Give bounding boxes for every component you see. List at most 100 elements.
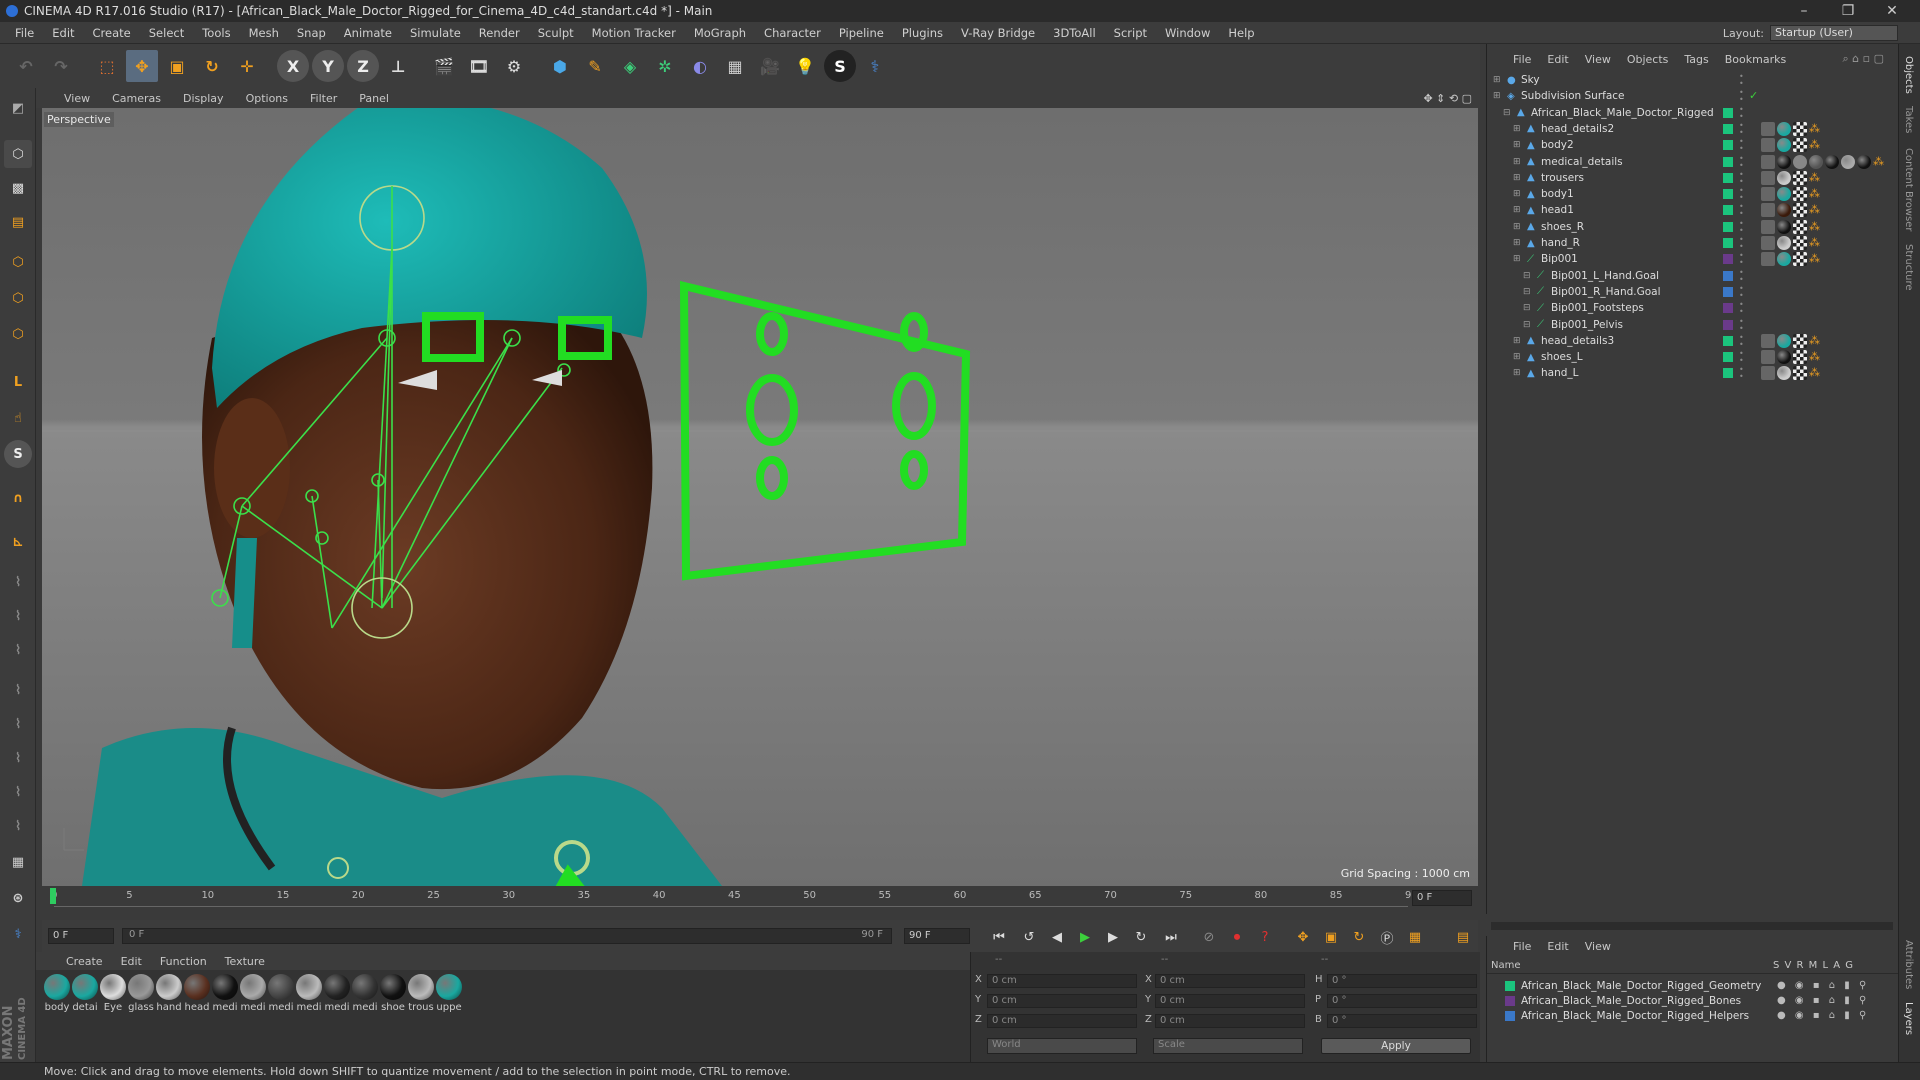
record-keys-icon[interactable]: ⊘ bbox=[1198, 926, 1220, 948]
undo-button[interactable]: ↶ bbox=[10, 50, 42, 82]
menu-edit[interactable]: Edit bbox=[43, 26, 83, 40]
visibility-dots[interactable]: • • bbox=[1739, 170, 1745, 185]
key-pla-icon[interactable]: ▦ bbox=[1404, 926, 1426, 948]
3d-viewport[interactable] bbox=[42, 108, 1478, 886]
vray-tag-icon[interactable] bbox=[1761, 236, 1775, 250]
uv-tag-icon[interactable] bbox=[1793, 187, 1807, 202]
points-mode-icon[interactable]: ⬡ bbox=[4, 248, 32, 276]
vray-tag-icon[interactable] bbox=[1761, 350, 1775, 365]
expand-toggle-icon[interactable]: ⊞ bbox=[1513, 124, 1521, 134]
material-swatch[interactable]: medi bbox=[294, 974, 324, 1013]
material-swatch[interactable]: medi bbox=[266, 974, 296, 1013]
quantize-icon[interactable]: ⊾ bbox=[4, 528, 32, 556]
weight-tag-icon[interactable]: ⁂ bbox=[1809, 187, 1823, 201]
weight-tag-icon[interactable]: ⁂ bbox=[1809, 122, 1823, 136]
expand-toggle-icon[interactable]: ⊟ bbox=[1503, 108, 1511, 118]
material-menu-create[interactable]: Create bbox=[66, 955, 103, 968]
timeline-window-icon[interactable]: ▤ bbox=[1452, 926, 1474, 948]
weight-tag-icon[interactable]: ⁂ bbox=[1809, 350, 1823, 364]
visibility-dots[interactable]: • • bbox=[1739, 105, 1745, 120]
viewport-menu-filter[interactable]: Filter bbox=[310, 92, 337, 105]
previous-key-icon[interactable]: ↺ bbox=[1018, 926, 1040, 948]
scale-z-field[interactable]: 0 cm bbox=[1155, 1014, 1305, 1028]
rotation-b-field[interactable]: 0 ° bbox=[1327, 1014, 1477, 1028]
layer-color-chip[interactable] bbox=[1723, 352, 1733, 363]
vray-tag-icon[interactable] bbox=[1761, 138, 1775, 153]
spline-pen-icon[interactable]: ✎ bbox=[579, 50, 611, 82]
material-tag-icon[interactable] bbox=[1777, 350, 1791, 365]
vray-tag-icon[interactable] bbox=[1761, 187, 1775, 202]
vray-tag-icon[interactable] bbox=[1761, 203, 1775, 218]
key-position-icon[interactable]: ✥ bbox=[1292, 926, 1314, 948]
visibility-dots[interactable]: • • bbox=[1739, 284, 1745, 299]
menu-3dtoall[interactable]: 3DToAll bbox=[1044, 26, 1105, 40]
scale-y-field[interactable]: 0 cm bbox=[1155, 994, 1305, 1008]
menu-simulate[interactable]: Simulate bbox=[401, 26, 470, 40]
x-axis-lock-button[interactable]: X bbox=[277, 50, 309, 82]
expand-toggle-icon[interactable]: ⊞ bbox=[1513, 222, 1521, 232]
visibility-dots[interactable]: • • bbox=[1739, 219, 1745, 234]
material-swatch[interactable]: hand bbox=[154, 974, 184, 1013]
rotation-p-field[interactable]: 0 ° bbox=[1327, 994, 1477, 1008]
visibility-dots[interactable]: • • bbox=[1739, 301, 1745, 316]
material-swatch[interactable]: uppe bbox=[434, 974, 464, 1013]
range-slider[interactable]: 0 F 90 F bbox=[122, 928, 892, 944]
timeline-ruler[interactable]: 051015202530354045505560657075808590 0 F bbox=[42, 886, 1478, 920]
menu-sculpt[interactable]: Sculpt bbox=[529, 26, 583, 40]
edges-mode-icon[interactable]: ⬡ bbox=[4, 284, 32, 312]
axis-mode-icon[interactable]: L bbox=[4, 368, 32, 396]
weight-tag-icon[interactable]: ⁂ bbox=[1873, 155, 1887, 169]
floor-icon[interactable]: ▦ bbox=[719, 50, 751, 82]
om-horizontal-scrollbar[interactable] bbox=[1491, 922, 1893, 930]
tab-layers[interactable]: Layers bbox=[1903, 1002, 1914, 1035]
menu-mesh[interactable]: Mesh bbox=[240, 26, 288, 40]
layer-color-chip[interactable] bbox=[1723, 140, 1733, 151]
apply-button[interactable]: Apply bbox=[1321, 1038, 1471, 1054]
menu-select[interactable]: Select bbox=[140, 26, 193, 40]
end-frame-display[interactable]: 0 F bbox=[1412, 890, 1472, 906]
vray-tag-icon[interactable] bbox=[1761, 333, 1775, 348]
render-view-icon[interactable]: 🎬 bbox=[428, 50, 460, 82]
expand-toggle-icon[interactable]: ⊞ bbox=[1513, 254, 1521, 264]
material-swatch[interactable]: head bbox=[182, 974, 212, 1013]
play-icon[interactable]: ▶ bbox=[1074, 926, 1096, 948]
weight-tag-icon[interactable]: ⁂ bbox=[1809, 236, 1823, 250]
layer-color-chip[interactable] bbox=[1723, 189, 1733, 200]
material-menu-edit[interactable]: Edit bbox=[121, 955, 142, 968]
menu-help[interactable]: Help bbox=[1219, 26, 1263, 40]
weight-tag-icon[interactable]: ⁂ bbox=[1809, 252, 1823, 266]
material-swatch[interactable]: glass bbox=[126, 974, 156, 1013]
position-z-field[interactable]: 0 cm bbox=[987, 1014, 1137, 1028]
layer-color-chip[interactable] bbox=[1723, 335, 1733, 346]
visibility-dots[interactable]: • • bbox=[1739, 73, 1745, 88]
light-icon[interactable]: 💡 bbox=[789, 50, 821, 82]
layer-color-chip[interactable] bbox=[1723, 221, 1733, 232]
magnet-icon[interactable]: ⊛ bbox=[4, 884, 32, 912]
expand-toggle-icon[interactable]: ⊞ bbox=[1513, 368, 1521, 378]
expand-toggle-icon[interactable]: ⊟ bbox=[1523, 287, 1531, 297]
lm-menu-view[interactable]: View bbox=[1585, 940, 1611, 953]
vray-tag-icon[interactable] bbox=[1761, 252, 1775, 267]
om-menu-tags[interactable]: Tags bbox=[1684, 53, 1708, 66]
layer-color-chip[interactable] bbox=[1723, 172, 1733, 183]
model-mode-icon[interactable]: ⬡ bbox=[4, 140, 32, 168]
scale-tool-icon[interactable]: ▣ bbox=[161, 50, 193, 82]
key-parameter-icon[interactable]: Ⓟ bbox=[1376, 926, 1398, 948]
uv-tag-icon[interactable] bbox=[1793, 252, 1807, 267]
minimize-button[interactable]: – bbox=[1782, 0, 1826, 22]
expand-toggle-icon[interactable]: ⊞ bbox=[1513, 352, 1521, 362]
layer-row[interactable]: African_Black_Male_Doctor_Rigged_Bones ● … bbox=[1487, 993, 1899, 1008]
tab-attributes[interactable]: Attributes bbox=[1903, 940, 1914, 989]
sculpt-brush-8-icon[interactable]: ⌇ bbox=[4, 812, 32, 840]
om-search-icon[interactable]: ⌕ ⌂ ▫ ▢ bbox=[1843, 52, 1884, 66]
uv-tag-icon[interactable] bbox=[1793, 366, 1807, 381]
cube-primitive-icon[interactable]: ⬢ bbox=[544, 50, 576, 82]
sculpt-brush-7-icon[interactable]: ⌇ bbox=[4, 778, 32, 806]
grid-display-icon[interactable]: ▦ bbox=[4, 848, 32, 876]
vray-tag-icon[interactable] bbox=[1761, 121, 1775, 136]
menu-motion-tracker[interactable]: Motion Tracker bbox=[583, 26, 685, 40]
menu-script[interactable]: Script bbox=[1105, 26, 1156, 40]
layer-color-chip[interactable] bbox=[1505, 980, 1515, 991]
expand-toggle-icon[interactable]: ⊟ bbox=[1523, 303, 1531, 313]
expand-toggle-icon[interactable]: ⊞ bbox=[1513, 157, 1521, 167]
